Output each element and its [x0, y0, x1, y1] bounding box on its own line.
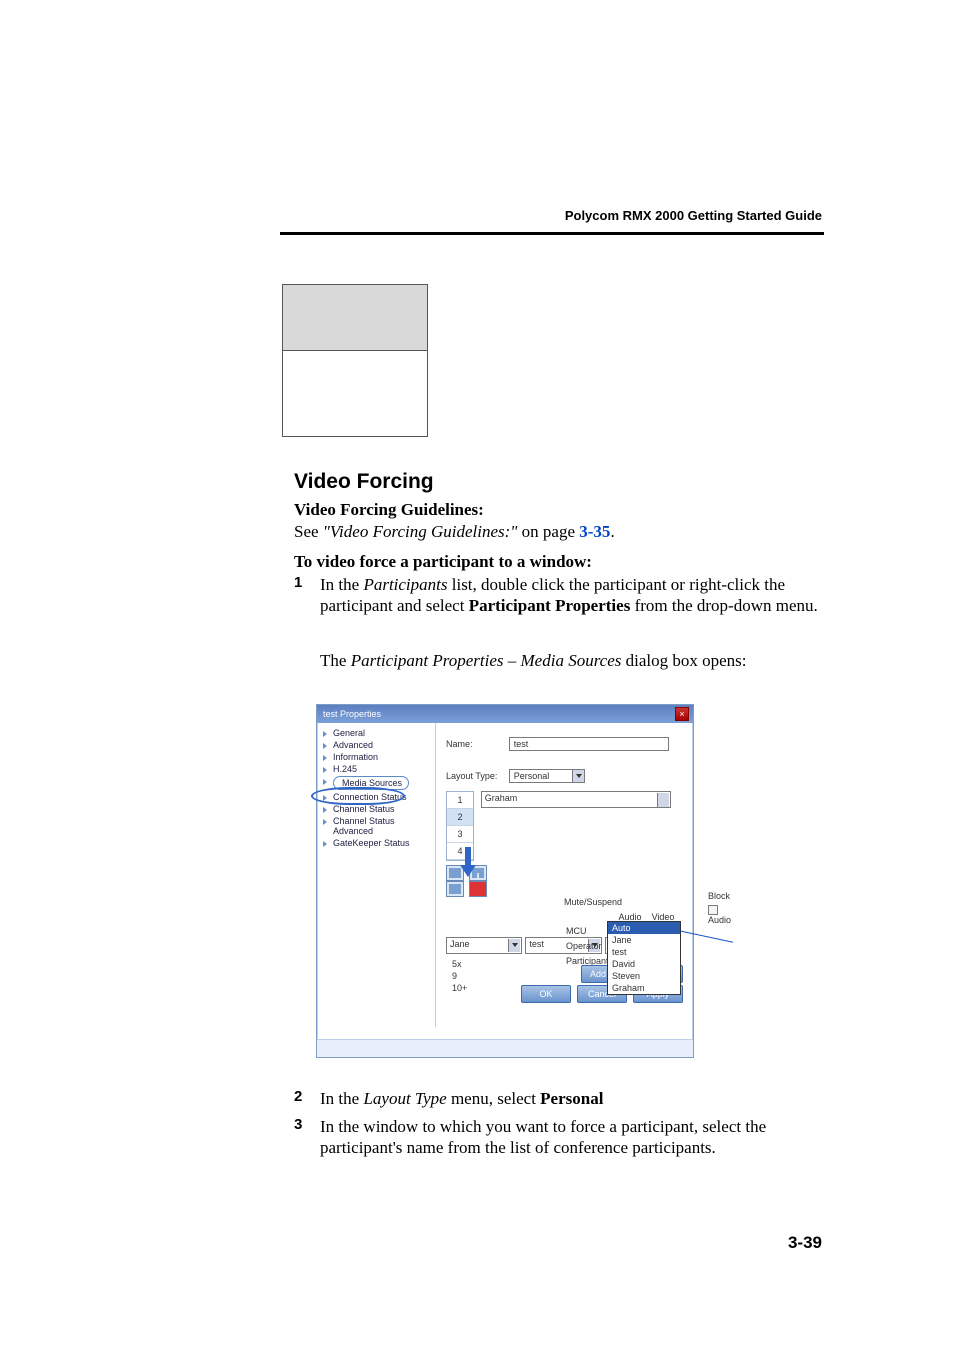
layout-thumb-3[interactable] [446, 881, 464, 897]
step-3-text: In the window to which you want to force… [320, 1116, 824, 1159]
see-prefix: See [294, 522, 323, 541]
nav-item-h245[interactable]: H.245 [321, 763, 435, 775]
block-audio-label: Audio [708, 915, 731, 925]
dialog-title: test Properties [323, 709, 381, 719]
nav-item-connection-status[interactable]: Connection Status [321, 791, 435, 803]
page: { "header": { "guide_title": "Polycom RM… [0, 0, 954, 1351]
dd-item[interactable]: David [608, 958, 680, 970]
t: In the [320, 1089, 363, 1108]
nav-item-information[interactable]: Information [321, 751, 435, 763]
see-mid: on page [517, 522, 579, 541]
guidelines-see-line: See "Video Forcing Guidelines:" on page … [294, 522, 615, 542]
name-label: Name: [446, 739, 506, 749]
t: Participant Properties [469, 596, 631, 615]
dialog-nav: General Advanced Information H.245 Media… [317, 723, 435, 1027]
dialog-footer [317, 1039, 693, 1057]
checkbox-block-audio[interactable] [708, 905, 718, 915]
layout-num-3[interactable]: 3 [447, 826, 473, 843]
step-number-3: 3 [294, 1116, 302, 1133]
step-2-text: In the Layout Type menu, select Personal [320, 1088, 824, 1109]
step-1-follow: The Participant Properties – Media Sourc… [320, 650, 824, 671]
window-1-select-value: Graham [485, 793, 518, 803]
t: The [320, 651, 351, 670]
procedure-title: To video force a participant to a window… [294, 552, 592, 572]
step-number-1: 1 [294, 574, 302, 591]
step-1-text: In the Participants list, double click t… [320, 574, 824, 617]
dialog-titlebar: test Properties × [317, 705, 693, 723]
nav-item-channel-status-advanced[interactable]: Channel Status Advanced [321, 815, 435, 837]
dd-item[interactable]: Steven [608, 970, 680, 982]
layout-type-label: Layout Type: [446, 771, 506, 781]
t: Participant Properties – Media Sources [351, 651, 622, 670]
step-number-2: 2 [294, 1088, 302, 1105]
window-2-select[interactable]: Jane [446, 937, 522, 954]
v: test [529, 939, 544, 949]
t: menu, select [447, 1089, 540, 1108]
dialog-main: Name: test Layout Type: Personal 1 2 3 4… [436, 723, 693, 1027]
layout-palette [446, 865, 681, 897]
t: Participants [363, 575, 447, 594]
v: Jane [450, 939, 470, 949]
nav-item-media-sources-label: Media Sources [333, 776, 409, 790]
block-label: Block [708, 891, 731, 901]
t: dialog box opens: [621, 651, 746, 670]
t: In the [320, 575, 363, 594]
header-rule [280, 232, 824, 235]
chevron-down-icon[interactable] [657, 793, 669, 807]
arrow-icon [465, 847, 471, 867]
nav-item-media-sources[interactable]: Media Sources [321, 775, 435, 791]
layout-num-2[interactable]: 2 [447, 809, 473, 826]
layout-num-1[interactable]: 1 [447, 792, 473, 809]
t: Personal [540, 1089, 603, 1108]
section-heading: Video Forcing [294, 470, 434, 494]
header-guide-title: Polycom RMX 2000 Getting Started Guide [565, 208, 822, 223]
window-1-select[interactable]: Graham [481, 791, 671, 808]
nav-item-gatekeeper-status[interactable]: GateKeeper Status [321, 837, 435, 849]
see-quote: "Video Forcing Guidelines:" [323, 522, 518, 541]
nav-item-general[interactable]: General [321, 727, 435, 739]
page-number: 3-39 [788, 1233, 822, 1253]
participant-dropdown-list[interactable]: Auto Jane test David Steven Graham [607, 921, 681, 995]
nav-item-advanced[interactable]: Advanced [321, 739, 435, 751]
dd-item[interactable]: Graham [608, 982, 680, 994]
ok-button[interactable]: OK [521, 985, 571, 1003]
nav-item-channel-status[interactable]: Channel Status [321, 803, 435, 815]
name-input[interactable]: test [509, 737, 669, 751]
dd-item[interactable]: Auto [608, 922, 680, 934]
dd-item[interactable]: Jane [608, 934, 680, 946]
block-group: Block Audio [708, 891, 731, 925]
t: Layout Type [363, 1089, 446, 1108]
see-suffix: . [610, 522, 614, 541]
empty-table [282, 284, 428, 437]
dd-item[interactable]: test [608, 946, 680, 958]
t: from the drop-down menu. [630, 596, 817, 615]
guidelines-title: Video Forcing Guidelines: [294, 500, 484, 520]
layout-thumb-selected[interactable] [469, 881, 487, 897]
see-page-link-text: 3-35 [579, 522, 610, 541]
participant-properties-dialog: test Properties × General Advanced Infor… [316, 704, 694, 1058]
chevron-down-icon[interactable] [508, 939, 520, 952]
close-icon[interactable]: × [675, 707, 689, 721]
chevron-down-icon[interactable] [572, 770, 584, 782]
arrow-icon-head [460, 865, 476, 877]
mute-suspend-label: Mute/Suspend [564, 897, 684, 907]
see-page-link[interactable]: 3-35 [579, 522, 610, 541]
